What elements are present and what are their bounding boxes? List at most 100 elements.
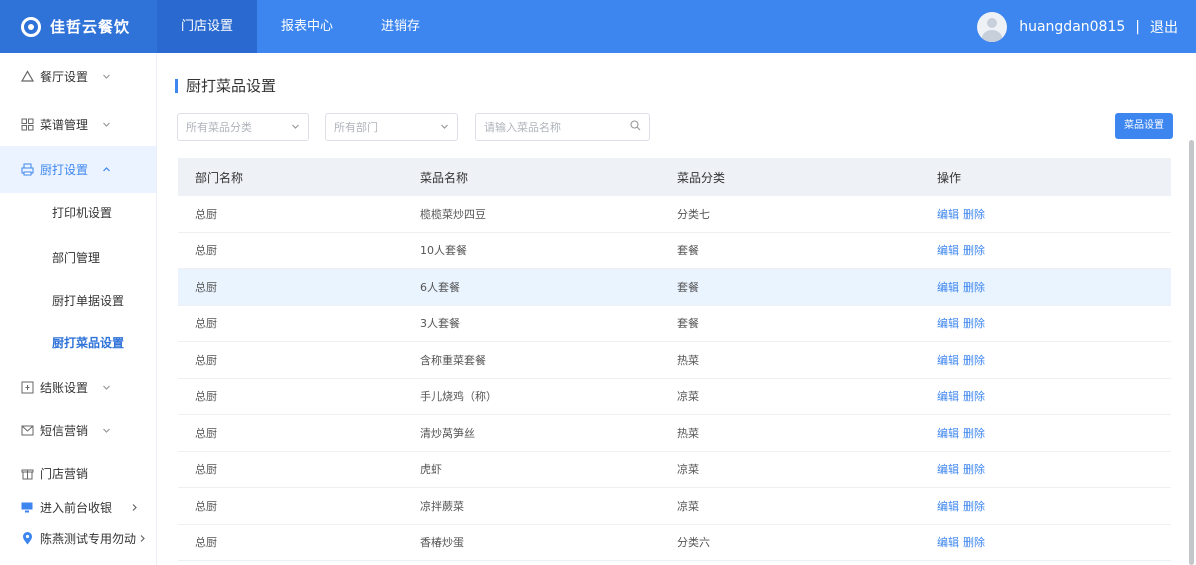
delete-link[interactable]: 删除 [963, 390, 985, 403]
table-row[interactable]: 总厨 香椿炒蛋 分类六 编辑 删除 [178, 525, 1171, 561]
scrollbar[interactable] [1189, 140, 1194, 565]
edit-link[interactable]: 编辑 [937, 354, 959, 367]
cell-actions: 编辑 删除 [937, 534, 1171, 550]
delete-link[interactable]: 删除 [963, 244, 985, 257]
brand[interactable]: 佳哲云餐饮 [0, 0, 157, 53]
username[interactable]: huangdan0815 [1019, 19, 1125, 35]
dish-table: 部门名称 菜品名称 菜品分类 操作 总厨 榄榄菜炒四豆 分类七 编辑 删除 总厨 10人套餐… [178, 158, 1171, 561]
sidebar-item-store-marketing[interactable]: 门店营销 [0, 455, 156, 491]
page-title: 厨打菜品设置 [175, 75, 276, 96]
dish-settings-button[interactable]: 菜品设置 [1115, 113, 1173, 139]
topnav-item-report-center[interactable]: 报表中心 [257, 0, 357, 53]
edit-link[interactable]: 编辑 [937, 317, 959, 330]
sidebar-item-kitchen-print-settings[interactable]: 厨打设置 [0, 146, 156, 193]
category-select[interactable]: 所有菜品分类 [177, 113, 309, 141]
sidebar-subitem-printer-settings[interactable]: 打印机设置 [0, 204, 156, 221]
chevron-up-icon [102, 165, 111, 174]
edit-link[interactable]: 编辑 [937, 427, 959, 440]
table-row[interactable]: 总厨 手儿烧鸡（称） 凉菜 编辑 删除 [178, 379, 1171, 415]
chevron-down-icon [102, 72, 111, 81]
edit-link[interactable]: 编辑 [937, 463, 959, 476]
cell-department: 总厨 [195, 207, 217, 221]
column-header-category: 菜品分类 [677, 170, 726, 185]
topnav-item-store-settings[interactable]: 门店设置 [157, 0, 258, 53]
search-icon[interactable] [630, 120, 641, 134]
sidebar-item-store-switch[interactable]: 陈燕测试专用勿动 [0, 524, 156, 552]
cell-department: 总厨 [195, 536, 217, 550]
table-row[interactable]: 总厨 10人套餐 套餐 编辑 删除 [178, 233, 1171, 269]
department-select[interactable]: 所有部门 [325, 113, 458, 141]
brand-logo-icon [21, 16, 41, 37]
cell-category: 套餐 [677, 244, 699, 258]
table-row[interactable]: 总厨 清炒莴笋丝 热菜 编辑 删除 [178, 415, 1171, 452]
cell-dish: 香椿炒蛋 [420, 536, 464, 550]
cell-actions: 编辑 删除 [937, 498, 1171, 514]
table-row[interactable]: 总厨 6人套餐 套餐 编辑 删除 [178, 269, 1171, 306]
cell-category: 分类七 [677, 207, 710, 221]
department-select-placeholder: 所有部门 [334, 121, 378, 134]
receipt-icon [20, 380, 34, 394]
cell-actions: 编辑 删除 [937, 352, 1171, 368]
sidebar-subitem-department-management[interactable]: 部门管理 [0, 249, 156, 266]
cell-department: 总厨 [195, 244, 217, 258]
edit-link[interactable]: 编辑 [937, 281, 959, 294]
sidebar-item-sms-marketing[interactable]: 短信营销 [0, 412, 156, 448]
delete-link[interactable]: 删除 [963, 500, 985, 513]
cell-category: 套餐 [677, 280, 699, 294]
delete-link[interactable]: 删除 [963, 427, 985, 440]
cell-actions: 编辑 删除 [937, 461, 1171, 477]
sidebar-item-label: 厨打设置 [40, 163, 89, 177]
chevron-right-icon [130, 503, 139, 512]
avatar[interactable] [977, 11, 1008, 42]
cell-actions: 编辑 删除 [937, 315, 1171, 331]
table-body: 总厨 榄榄菜炒四豆 分类七 编辑 删除 总厨 10人套餐 套餐 编辑 删除 总厨 6人套餐 套餐 编辑 删除… [178, 196, 1171, 561]
edit-link[interactable]: 编辑 [937, 208, 959, 221]
chevron-down-icon [291, 121, 300, 134]
gift-icon [20, 466, 34, 480]
cell-category: 凉菜 [677, 463, 699, 477]
delete-link[interactable]: 删除 [963, 463, 985, 476]
cell-dish: 榄榄菜炒四豆 [420, 207, 486, 221]
cell-actions: 编辑 删除 [937, 425, 1171, 441]
delete-link[interactable]: 删除 [963, 281, 985, 294]
cell-category: 分类六 [677, 536, 710, 550]
sidebar-item-label: 结账设置 [40, 380, 89, 395]
logout-link[interactable]: 退出 [1150, 17, 1178, 37]
sidebar-item-restaurant-settings[interactable]: 餐厅设置 [0, 58, 156, 94]
mail-icon [20, 423, 34, 437]
printer-icon [20, 163, 34, 177]
title-accent-bar [175, 78, 178, 93]
topnav-item-inventory[interactable]: 进销存 [357, 0, 444, 53]
table-row[interactable]: 总厨 虎虾 凉菜 编辑 删除 [178, 452, 1171, 488]
cell-dish: 含称重菜套餐 [420, 353, 486, 367]
sidebar-item-checkout-settings[interactable]: 结账设置 [0, 369, 156, 405]
user-box: huangdan0815 | 退出 [977, 0, 1178, 53]
table-row[interactable]: 总厨 含称重菜套餐 热菜 编辑 删除 [178, 342, 1171, 379]
sidebar-item-menu-management[interactable]: 菜谱管理 [0, 106, 156, 142]
sidebar-item-enter-pos[interactable]: 进入前台收银 [0, 493, 156, 521]
edit-link[interactable]: 编辑 [937, 536, 959, 549]
dish-search-input[interactable]: 请输入菜品名称 [475, 113, 650, 141]
location-pin-icon [20, 531, 34, 545]
edit-link[interactable]: 编辑 [937, 390, 959, 403]
table-row[interactable]: 总厨 凉拌蕨菜 凉菜 编辑 删除 [178, 488, 1171, 525]
edit-link[interactable]: 编辑 [937, 500, 959, 513]
cell-dish: 10人套餐 [420, 244, 467, 258]
table-row[interactable]: 总厨 3人套餐 套餐 编辑 删除 [178, 306, 1171, 342]
delete-link[interactable]: 删除 [963, 208, 985, 221]
table-row[interactable]: 总厨 榄榄菜炒四豆 分类七 编辑 删除 [178, 196, 1171, 233]
delete-link[interactable]: 删除 [963, 536, 985, 549]
sidebar-subitem-kitchen-dish-settings[interactable]: 厨打菜品设置 [0, 334, 156, 351]
sidebar-item-label: 短信营销 [40, 423, 89, 438]
brand-name: 佳哲云餐饮 [50, 18, 131, 36]
sidebar-subitem-kitchen-ticket-settings[interactable]: 厨打单据设置 [0, 292, 156, 309]
chevron-down-icon [102, 120, 111, 129]
cell-category: 凉菜 [677, 499, 699, 513]
delete-link[interactable]: 删除 [963, 354, 985, 367]
delete-link[interactable]: 删除 [963, 317, 985, 330]
dish-search-placeholder: 请输入菜品名称 [484, 121, 561, 134]
column-header-actions: 操作 [937, 170, 962, 185]
sidebar: 餐厅设置 菜谱管理 厨打设置 打印机设置 部门管理 厨打单据设置 厨打菜品设置 … [0, 53, 157, 565]
edit-link[interactable]: 编辑 [937, 244, 959, 257]
table-header: 部门名称 菜品名称 菜品分类 操作 [178, 158, 1171, 196]
